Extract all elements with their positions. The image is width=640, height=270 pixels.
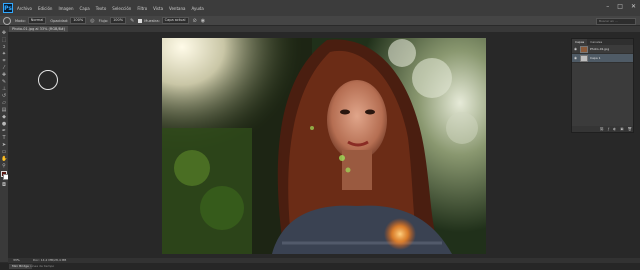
opacity-field[interactable]: 100%	[70, 17, 87, 24]
history-brush-tool-icon[interactable]: ↺	[1, 93, 7, 99]
layer-name: Photo-01.jpg	[590, 47, 610, 51]
window-controls: – □ ✕	[606, 3, 636, 11]
layer-row-selected[interactable]: ◉ Capa 1	[572, 54, 633, 63]
opacity-label: Opacidad:	[50, 18, 69, 23]
healing-brush-tool-icon[interactable]: ✚	[1, 72, 7, 78]
eyedropper-tool-icon[interactable]: ⁄	[1, 65, 7, 71]
hand-tool-icon[interactable]: ✋	[1, 156, 7, 162]
menu-archivo[interactable]: Archivo	[17, 6, 32, 11]
close-button[interactable]: ✕	[631, 3, 636, 11]
visibility-eye-icon[interactable]: ◉	[574, 47, 578, 51]
quick-mask-icon[interactable]: ◘	[1, 182, 7, 188]
blur-tool-icon[interactable]: ◆	[1, 114, 7, 120]
menu-ayuda[interactable]: Ayuda	[191, 6, 203, 11]
maximize-button[interactable]: □	[617, 3, 623, 11]
menu-filtro[interactable]: Filtro	[137, 6, 147, 11]
quick-select-tool-icon[interactable]: ✦	[1, 51, 7, 57]
zoom-tool-icon[interactable]: ⚲	[1, 163, 7, 169]
menu-ventana[interactable]: Ventana	[169, 6, 185, 11]
minimize-button[interactable]: –	[606, 3, 609, 11]
flow-label: Flujo:	[98, 18, 109, 23]
menu-texto[interactable]: Texto	[96, 6, 107, 11]
aligned-checkbox[interactable]	[138, 18, 143, 23]
dodge-tool-icon[interactable]: ●	[1, 121, 7, 127]
brush-tool-icon[interactable]: ✎	[1, 79, 7, 85]
options-bar: Modo: Normal Opacidad: 100% ◎ Flujo: 100…	[0, 16, 640, 26]
path-select-tool-icon[interactable]: ➤	[1, 142, 7, 148]
visibility-eye-icon[interactable]: ◉	[574, 56, 578, 60]
pen-tool-icon[interactable]: ✒	[1, 128, 7, 134]
photoshop-logo: Ps	[3, 3, 13, 13]
pressure-opacity-icon[interactable]: ◎	[90, 18, 94, 24]
bottom-panel-strip: Mini Bridge Línea de tiempo	[0, 263, 640, 270]
menu-imagen[interactable]: Imagen	[58, 6, 73, 11]
document-image[interactable]	[162, 38, 486, 254]
menu-vista[interactable]: Vista	[153, 6, 163, 11]
new-layer-icon[interactable]: ▣	[620, 127, 623, 131]
flow-field[interactable]: 100%	[110, 17, 127, 24]
type-tool-icon[interactable]: T	[1, 135, 7, 141]
sample-select[interactable]: Capa actual	[161, 17, 189, 24]
crop-tool-icon[interactable]: ⌗	[1, 58, 7, 64]
layer-name: Capa 1	[590, 56, 601, 60]
sample-label: Muestra:	[144, 18, 160, 23]
mini-bridge-tab[interactable]: Mini Bridge	[9, 264, 32, 269]
layer-thumbnail	[580, 54, 588, 62]
tools-panel: ✥ ⬚ ↄ ✦ ⌗ ⁄ ✚ ✎ ⊥ ↺ ▱ ▤ ◆ ● ✒ T ➤ ▭ ✋ ⚲ …	[0, 26, 9, 262]
shape-tool-icon[interactable]: ▭	[1, 149, 7, 155]
fx-icon[interactable]: ƒ	[608, 127, 609, 131]
portrait-photo	[162, 38, 486, 254]
menu-edicion[interactable]: Edición	[38, 6, 52, 11]
tab-capas[interactable]: Capas	[572, 39, 588, 45]
menu-bar: Ps Archivo Edición Imagen Capa Texto Sel…	[0, 0, 640, 16]
search-input[interactable]: Buscar en ...	[596, 18, 636, 25]
eraser-tool-icon[interactable]: ▱	[1, 100, 7, 106]
ignore-adjustments-icon[interactable]: ⊘	[193, 18, 197, 24]
pressure-size-icon[interactable]: ◉	[201, 18, 205, 24]
menu-seleccion[interactable]: Selección	[112, 6, 131, 11]
layer-row[interactable]: ◉ Photo-01.jpg	[572, 45, 633, 54]
layers-panel-footer: ⛓ ƒ ◐ ▣ 🗑	[572, 126, 633, 132]
layers-panel: Capas Canales ◉ Photo-01.jpg ◉ Capa 1 ⛓ …	[571, 38, 634, 133]
link-icon[interactable]: ⛓	[599, 127, 603, 131]
airbrush-icon[interactable]: ✎	[130, 18, 134, 24]
mode-select[interactable]: Normal	[27, 17, 47, 24]
mask-icon[interactable]: ◐	[613, 127, 616, 131]
brush-cursor-icon	[38, 70, 58, 90]
tab-canales[interactable]: Canales	[587, 39, 605, 45]
move-tool-icon[interactable]: ✥	[1, 30, 7, 36]
trash-icon[interactable]: 🗑	[628, 127, 632, 131]
marquee-tool-icon[interactable]: ⬚	[1, 37, 7, 43]
mode-label: Modo:	[15, 18, 26, 23]
gradient-tool-icon[interactable]: ▤	[1, 107, 7, 113]
timeline-tab[interactable]: Línea de tiempo	[30, 264, 54, 269]
layer-thumbnail	[580, 45, 588, 53]
clone-stamp-tool-icon[interactable]: ⊥	[1, 86, 7, 92]
lasso-tool-icon[interactable]: ↄ	[1, 44, 7, 50]
tool-preset-icon[interactable]	[3, 16, 11, 25]
menu-capa[interactable]: Capa	[80, 6, 90, 11]
